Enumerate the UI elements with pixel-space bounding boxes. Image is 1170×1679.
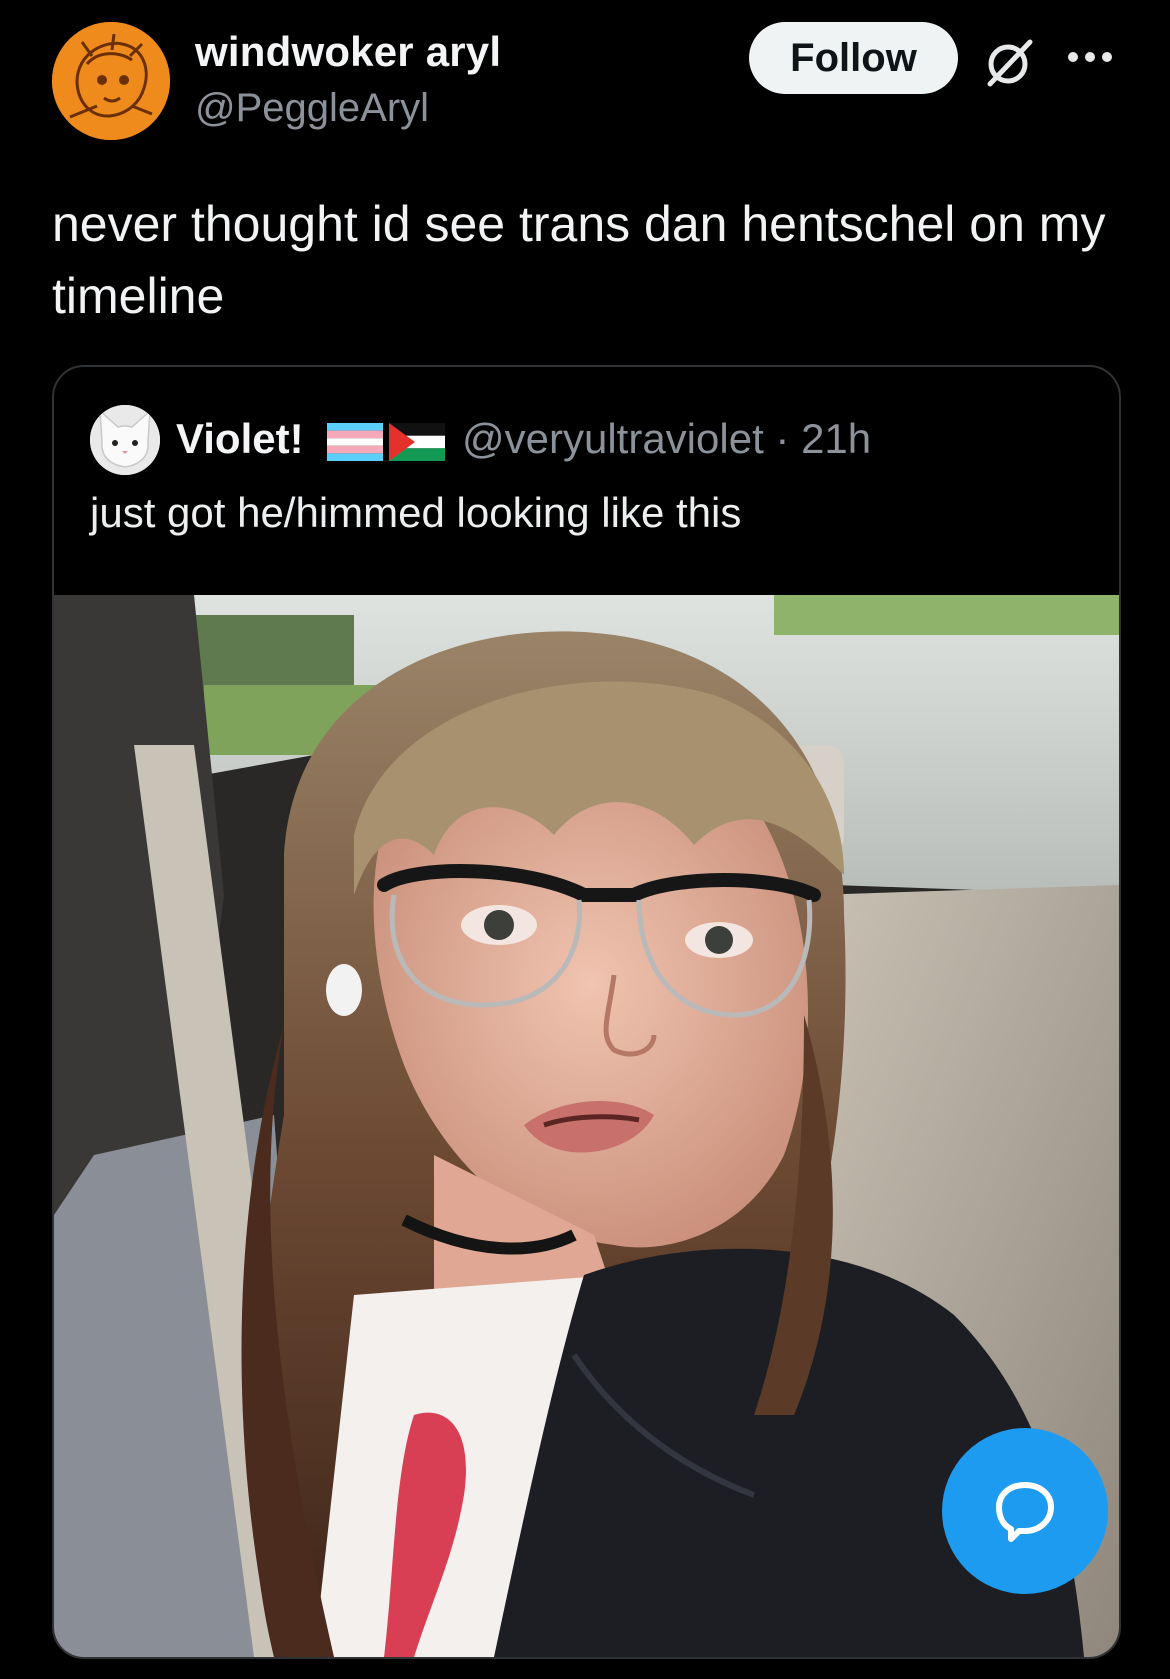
quoted-timestamp[interactable]: 21h <box>801 415 871 462</box>
author-name[interactable]: windwoker aryl <box>195 28 501 76</box>
transgender-flag-icon <box>327 423 383 461</box>
meta-separator: · <box>775 415 790 462</box>
grok-icon[interactable] <box>982 34 1038 90</box>
quoted-author-handle-and-time: @veryultraviolet · 21h <box>462 415 871 463</box>
palestine-flag-icon <box>389 423 445 461</box>
grok-glyph <box>987 39 1033 87</box>
cat-avatar-illustration <box>90 405 160 475</box>
tweet-text: never thought id see trans dan hentschel… <box>52 196 1106 324</box>
follow-button[interactable]: Follow <box>749 22 958 94</box>
author-handle[interactable]: @PeggleAryl <box>195 86 429 131</box>
more-dots <box>1068 52 1112 62</box>
tweet-header: windwoker aryl @PeggleAryl Follow <box>0 0 1170 180</box>
more-icon[interactable] <box>1065 42 1115 72</box>
quoted-author-name[interactable]: Violet! <box>176 415 304 463</box>
quoted-author-handle[interactable]: @veryultraviolet <box>462 415 764 462</box>
author-avatar[interactable] <box>52 22 170 140</box>
chat-bubble-icon <box>996 1482 1054 1542</box>
quoted-tweet-text: just got he/himmed looking like this <box>90 489 742 536</box>
quoted-author-avatar[interactable] <box>90 405 160 475</box>
compose-reply-button[interactable] <box>942 1428 1108 1594</box>
avatar-illustration <box>52 22 170 140</box>
